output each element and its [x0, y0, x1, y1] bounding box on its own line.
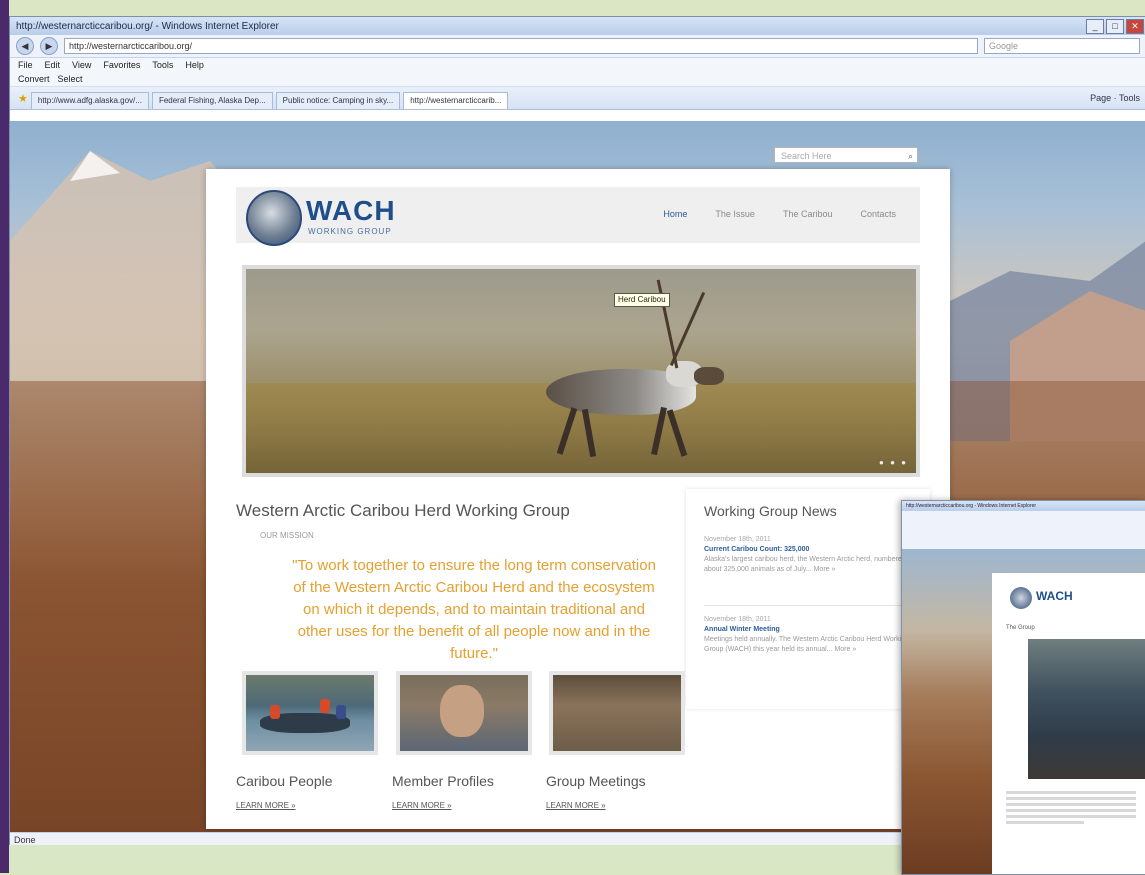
select-button[interactable]: Select [58, 74, 83, 84]
news-date: November 18th, 2011 [704, 616, 771, 623]
slider-dots[interactable]: ● ● ● [879, 458, 908, 467]
menu-edit[interactable]: Edit [45, 60, 61, 70]
convert-button[interactable]: Convert [18, 74, 50, 84]
tab-3[interactable]: Public notice: Camping in sky... [275, 92, 401, 109]
overlay-screenshot: http://westernarcticcaribou.org - Window… [901, 500, 1145, 875]
address-bar: ◀ ▶ http://westernarcticcaribou.org/ Goo… [10, 35, 1145, 58]
portrait-face [440, 685, 484, 737]
person-shape [320, 699, 330, 713]
person-shape [336, 705, 346, 719]
mission-label: OUR MISSION [260, 531, 314, 540]
star-icon[interactable]: ★ [18, 92, 28, 105]
caribou-antler [669, 291, 706, 367]
site-search-placeholder: Search Here [781, 151, 832, 161]
browser-search-input[interactable]: Google [984, 38, 1140, 54]
hero-image: Herd Caribou ● ● ● [242, 265, 920, 477]
member-profiles-title: Member Profiles [392, 773, 494, 789]
tab-2[interactable]: Federal Fishing, Alaska Dep... [151, 92, 273, 109]
caribou-logo-icon[interactable] [246, 190, 302, 246]
caribou-people-title: Caribou People [236, 773, 333, 789]
news-item: November 18th, 2011 Current Caribou Coun… [704, 535, 912, 575]
menu-bar: File Edit View Favorites Tools Help [10, 58, 1145, 72]
caribou-people-thumbnail[interactable] [242, 671, 378, 755]
back-icon[interactable]: ◀ [16, 37, 34, 55]
tab-4-active[interactable]: http://westernarcticcarib... [403, 92, 509, 109]
minimize-button[interactable]: _ [1086, 18, 1104, 34]
news-body: Alaska's largest caribou herd, the Weste… [704, 556, 906, 573]
group-meetings-title: Group Meetings [546, 773, 646, 789]
news-body: Meetings held annually. The Western Arct… [704, 636, 909, 653]
member-profiles-thumbnail[interactable] [396, 671, 532, 755]
nav-home[interactable]: Home [663, 209, 687, 219]
site-header: WACH WORKING GROUP Home The Issue The Ca… [236, 187, 920, 246]
maximize-button[interactable]: □ [1106, 18, 1124, 34]
news-title: Working Group News [704, 503, 837, 519]
person-shape [270, 705, 280, 719]
title-bar: http://westernarcticcaribou.org/ - Windo… [10, 17, 1145, 35]
overlay-content-panel: WACH The Group [992, 573, 1145, 874]
site-nav: Home The Issue The Caribou Contacts [663, 209, 896, 219]
news-date: November 18th, 2011 [704, 536, 771, 543]
nav-contacts[interactable]: Contacts [860, 209, 896, 219]
news-divider [704, 605, 912, 606]
page-title: Western Arctic Caribou Herd Working Grou… [236, 501, 570, 520]
news-headline-link[interactable]: Current Caribou Count: 325,000 [704, 545, 912, 555]
close-button[interactable]: ✕ [1126, 18, 1144, 34]
menu-favorites[interactable]: Favorites [103, 60, 140, 70]
caribou-people-learn-more[interactable]: LEARN MORE » [236, 801, 296, 810]
mission-quote: "To work together to ensure the long ter… [292, 557, 656, 662]
overlay-group-photo [1028, 639, 1145, 779]
command-bar[interactable]: Page · Tools [1090, 93, 1145, 103]
search-icon[interactable]: ⌕ [908, 148, 913, 164]
menu-file[interactable]: File [18, 60, 33, 70]
nav-the-issue[interactable]: The Issue [715, 209, 755, 219]
menu-tools[interactable]: Tools [152, 60, 173, 70]
nav-the-caribou[interactable]: The Caribou [783, 209, 833, 219]
overlay-heading: The Group [1006, 625, 1035, 631]
favorites-bar: Convert Select [10, 72, 1145, 87]
content-panel: WACH WORKING GROUP Home The Issue The Ca… [206, 169, 950, 829]
caribou-head [694, 367, 724, 385]
left-border [0, 0, 9, 873]
group-meetings-learn-more[interactable]: LEARN MORE » [546, 801, 606, 810]
image-tooltip: Herd Caribou [614, 293, 670, 307]
overlay-toolbars [902, 511, 1145, 550]
news-item: November 18th, 2011 Annual Winter Meetin… [704, 615, 912, 655]
news-box: Working Group News November 18th, 2011 C… [686, 489, 930, 709]
tab-bar: ★ http://www.adfg.alaska.gov/... Federal… [10, 87, 1145, 110]
window-title: http://westernarcticcaribou.org/ - Windo… [16, 20, 279, 32]
overlay-logo-icon [1010, 587, 1032, 609]
url-field[interactable]: http://westernarcticcaribou.org/ [64, 38, 978, 54]
forward-icon[interactable]: ▶ [40, 37, 58, 55]
logo-subtitle: WORKING GROUP [308, 227, 392, 236]
overlay-page: WACH The Group [902, 549, 1145, 874]
member-profiles-learn-more[interactable]: LEARN MORE » [392, 801, 452, 810]
overlay-text-lines [1006, 791, 1136, 827]
menu-view[interactable]: View [72, 60, 91, 70]
overlay-logo-text: WACH [1036, 589, 1073, 603]
overlay-title-bar: http://westernarcticcaribou.org - Window… [902, 501, 1145, 511]
tab-1[interactable]: http://www.adfg.alaska.gov/... [30, 92, 149, 109]
group-meetings-thumbnail[interactable] [549, 671, 685, 755]
news-headline-link[interactable]: Annual Winter Meeting [704, 625, 912, 635]
menu-help[interactable]: Help [185, 60, 204, 70]
site-search-input[interactable]: Search Here ⌕ [774, 147, 918, 163]
logo-text[interactable]: WACH [306, 195, 396, 227]
